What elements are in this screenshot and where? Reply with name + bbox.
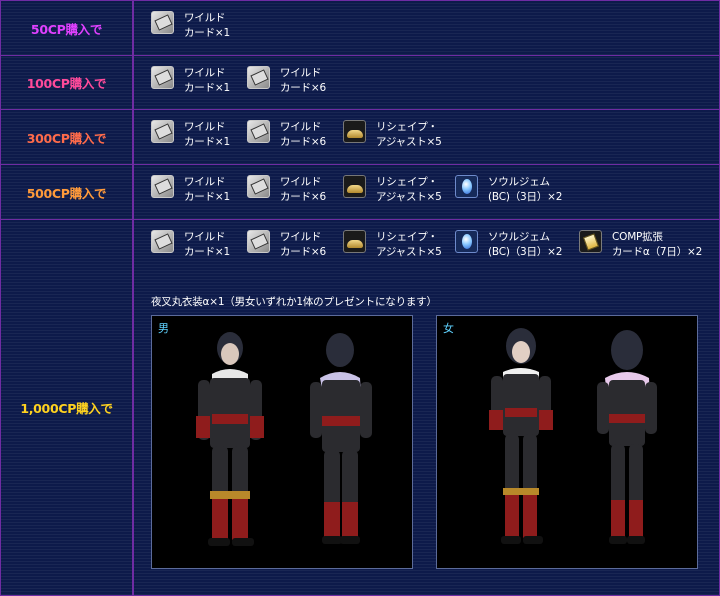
reward-item: リシェイプ・ アジャスト×5 bbox=[343, 175, 455, 205]
reward-item: ワイルド カード×6 bbox=[247, 120, 343, 150]
reward-name: ワイルド カード×1 bbox=[184, 176, 230, 203]
bonus-row-50cp: 50CP購入で ワイルド カード×1 bbox=[0, 1, 720, 55]
card-icon bbox=[151, 120, 174, 143]
reward-cell: ワイルド カード×1 ワイルド カード×6 リシェイプ・ アジャスト×5 ソウル… bbox=[134, 220, 719, 595]
reward-item: ソウルジェム (BC)（3日）×2 bbox=[455, 175, 579, 205]
card-icon bbox=[151, 66, 174, 89]
card-icon bbox=[151, 175, 174, 198]
reward-item: ワイルド カード×6 bbox=[247, 175, 343, 205]
gem-icon bbox=[455, 230, 478, 253]
reward-item: ワイルド カード×1 bbox=[151, 66, 247, 96]
card-icon bbox=[247, 120, 270, 143]
card-icon bbox=[247, 66, 270, 89]
row-label: 100CP購入で bbox=[1, 56, 132, 109]
purchase-bonus-table: 50CP購入で ワイルド カード×1 100CP購入で ワイルド カード×1 ワ… bbox=[0, 0, 720, 596]
male-costume-image: 男 bbox=[151, 315, 413, 569]
lamp-icon bbox=[343, 230, 366, 253]
card-icon bbox=[247, 175, 270, 198]
bonus-row-1000cp: 1,000CP購入で ワイルド カード×1 ワイルド カード×6 リシェイプ・ … bbox=[0, 220, 720, 595]
reward-name: COMP拡張 カードα（7日）×2 bbox=[612, 231, 703, 258]
male-figure-front bbox=[196, 332, 372, 546]
reward-name: リシェイプ・ アジャスト×5 bbox=[376, 176, 442, 203]
reward-item: COMP拡張 カードα（7日）×2 bbox=[579, 230, 719, 260]
reward-cell: ワイルド カード×1 bbox=[134, 1, 719, 55]
gem-icon bbox=[455, 175, 478, 198]
reward-name: リシェイプ・ アジャスト×5 bbox=[376, 121, 442, 148]
reward-item: リシェイプ・ アジャスト×5 bbox=[343, 120, 455, 150]
reward-name: ワイルド カード×6 bbox=[280, 176, 326, 203]
bonus-row-500cp: 500CP購入で ワイルド カード×1 ワイルド カード×6 リシェイプ・ アジ… bbox=[0, 165, 720, 219]
reward-item: ソウルジェム (BC)（3日）×2 bbox=[455, 230, 579, 260]
reward-item: リシェイプ・ アジャスト×5 bbox=[343, 230, 455, 260]
bonus-row-100cp: 100CP購入で ワイルド カード×1 ワイルド カード×6 bbox=[0, 56, 720, 109]
reward-name: ワイルド カード×6 bbox=[280, 67, 326, 94]
reward-cell: ワイルド カード×1 ワイルド カード×6 bbox=[134, 56, 719, 109]
card-icon bbox=[151, 230, 174, 253]
lamp-icon bbox=[343, 120, 366, 143]
costume-caption: 夜叉丸衣装α×1（男女いずれか1体のプレゼントになります） bbox=[151, 296, 437, 308]
reward-cell: ワイルド カード×1 ワイルド カード×6 リシェイプ・ アジャスト×5 ソウル… bbox=[134, 165, 719, 219]
reward-item: ワイルド カード×6 bbox=[247, 66, 343, 96]
reward-name: ワイルド カード×6 bbox=[280, 121, 326, 148]
reward-name: ソウルジェム (BC)（3日）×2 bbox=[488, 231, 563, 258]
reward-cell: ワイルド カード×1 ワイルド カード×6 リシェイプ・ アジャスト×5 bbox=[134, 110, 719, 164]
reward-item: ワイルド カード×1 bbox=[151, 11, 247, 41]
reward-name: ワイルド カード×6 bbox=[280, 231, 326, 258]
lamp-icon bbox=[343, 175, 366, 198]
reward-item: ワイルド カード×1 bbox=[151, 120, 247, 150]
reward-item: ワイルド カード×6 bbox=[247, 230, 343, 260]
row-label: 50CP購入で bbox=[1, 1, 132, 55]
comp-card-icon bbox=[579, 230, 602, 253]
reward-name: ワイルド カード×1 bbox=[184, 67, 230, 94]
row-label: 500CP購入で bbox=[1, 165, 132, 219]
reward-item: ワイルド カード×1 bbox=[151, 230, 247, 260]
reward-name: ワイルド カード×1 bbox=[184, 121, 230, 148]
row-label: 300CP購入で bbox=[1, 110, 132, 164]
reward-name: リシェイプ・ アジャスト×5 bbox=[376, 231, 442, 258]
female-costume-image: 女 bbox=[436, 315, 698, 569]
row-label: 1,000CP購入で bbox=[1, 220, 132, 595]
reward-item: ワイルド カード×1 bbox=[151, 175, 247, 205]
card-icon bbox=[151, 11, 174, 34]
reward-name: ワイルド カード×1 bbox=[184, 12, 230, 39]
bonus-row-300cp: 300CP購入で ワイルド カード×1 ワイルド カード×6 リシェイプ・ アジ… bbox=[0, 110, 720, 164]
reward-name: ワイルド カード×1 bbox=[184, 231, 230, 258]
card-icon bbox=[247, 230, 270, 253]
female-figure bbox=[489, 328, 657, 544]
reward-name: ソウルジェム (BC)（3日）×2 bbox=[488, 176, 563, 203]
